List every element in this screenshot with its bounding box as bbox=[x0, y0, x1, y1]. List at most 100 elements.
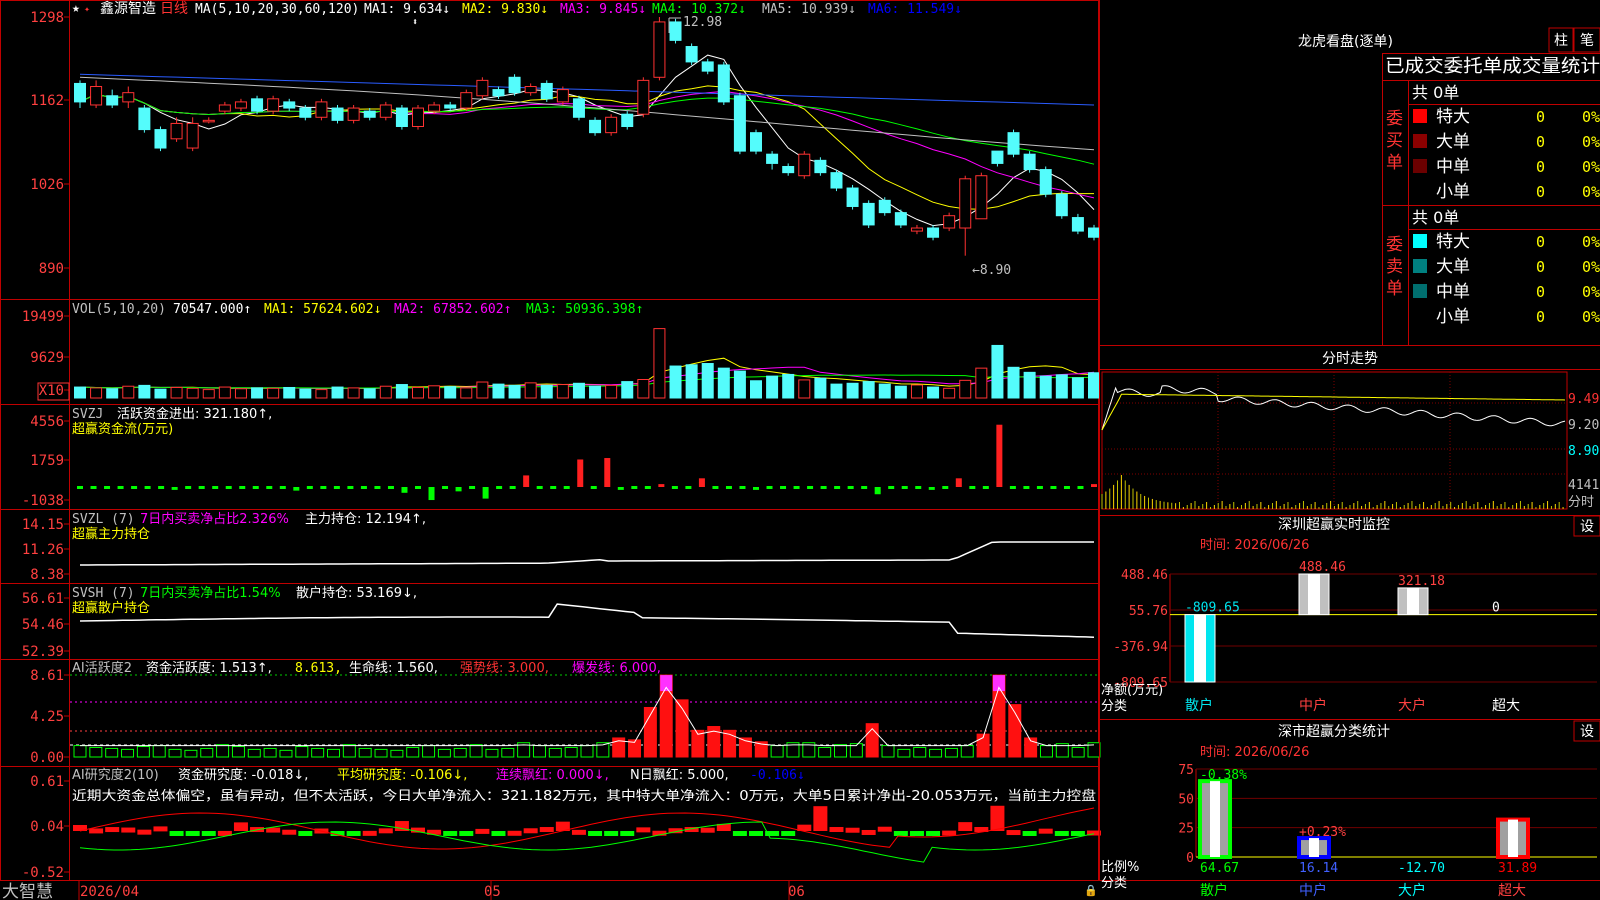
candle-body[interactable] bbox=[878, 199, 891, 214]
candle-body[interactable] bbox=[1071, 217, 1084, 232]
candle-body[interactable] bbox=[106, 95, 119, 106]
research-bar bbox=[1070, 831, 1085, 836]
flow-tick bbox=[306, 486, 313, 489]
candle-body[interactable] bbox=[524, 86, 537, 94]
candle-body[interactable] bbox=[782, 165, 795, 174]
candle-body[interactable] bbox=[170, 122, 183, 140]
candle-body[interactable] bbox=[492, 89, 505, 97]
candle-body[interactable] bbox=[701, 61, 714, 72]
candle-body[interactable] bbox=[750, 132, 762, 152]
candle-body[interactable] bbox=[991, 150, 1004, 164]
candle-body[interactable] bbox=[605, 116, 618, 134]
candle-body[interactable] bbox=[669, 21, 682, 41]
intraday-panel[interactable]: 分时走势 9.49 9.20 8.90 4141 分时 bbox=[1101, 351, 1599, 510]
volume-bar bbox=[299, 388, 312, 399]
candle-body[interactable] bbox=[299, 107, 312, 118]
candle-body[interactable] bbox=[460, 92, 473, 109]
candle-body[interactable] bbox=[943, 215, 956, 229]
svzj-y-tick: -1038 bbox=[22, 493, 64, 509]
candle-body[interactable] bbox=[283, 101, 296, 109]
candle-body[interactable] bbox=[653, 21, 666, 78]
flow-tick bbox=[333, 486, 340, 489]
sz-class-settings-label[interactable]: 设 bbox=[1580, 724, 1594, 740]
flow-tick bbox=[1077, 486, 1084, 489]
candle-body[interactable] bbox=[589, 119, 602, 134]
volume-bar bbox=[1055, 374, 1068, 399]
sz-monitor-panel[interactable]: 深圳超赢实时监控 设 时间: 2026/06/26 488.46 55.76 -37… bbox=[1101, 515, 1600, 714]
order-type: 特大 bbox=[1436, 232, 1470, 252]
activity-bar bbox=[311, 747, 325, 758]
candle-body[interactable] bbox=[428, 104, 441, 112]
candle-body[interactable] bbox=[975, 175, 988, 220]
candle-body[interactable] bbox=[766, 153, 779, 164]
candle-body[interactable] bbox=[556, 89, 569, 103]
stock-name[interactable]: 鑫源智造 bbox=[100, 0, 156, 17]
candle-body[interactable] bbox=[444, 104, 457, 109]
sz-class-panel[interactable]: 深市超赢分类统计 设 时间: 2026/06/26 75 50 25 0 -0.38% 6… bbox=[1101, 720, 1600, 899]
sz-monitor-bar-label: 488.46 bbox=[1299, 560, 1346, 575]
period-label[interactable]: 日线 bbox=[160, 1, 188, 17]
candle-body[interactable] bbox=[347, 107, 360, 121]
candle-body[interactable] bbox=[267, 98, 280, 112]
candle-body[interactable] bbox=[315, 101, 328, 118]
candle-body[interactable] bbox=[540, 82, 553, 100]
candle-body[interactable] bbox=[234, 101, 247, 109]
candle-body[interactable] bbox=[251, 98, 264, 112]
activity-bar bbox=[913, 746, 927, 758]
ai-research-panel[interactable]: AI研究度2(10) 资金研究度: -0.018↓, 平均研究度: -0.106… bbox=[72, 767, 1101, 863]
svzj-panel[interactable]: SVZJ 活跃资金进出: 321.180↑, 超赢资金流(万元) bbox=[72, 406, 1097, 501]
ai-active-value: 资金活跃度: 1.513↑, bbox=[146, 660, 272, 676]
candle-body[interactable] bbox=[959, 178, 972, 229]
sz-monitor-settings-label[interactable]: 设 bbox=[1580, 519, 1594, 535]
candle-body[interactable] bbox=[927, 227, 940, 238]
candle-body[interactable] bbox=[1007, 132, 1020, 155]
candle-body[interactable] bbox=[1039, 169, 1052, 195]
candle-panel[interactable]: ★ ✦ 鑫源智造 日线 MA(5,10,20,30,60,120) MA1: 9… bbox=[72, 0, 1100, 278]
candle-body[interactable] bbox=[862, 202, 875, 226]
candle-body[interactable] bbox=[138, 107, 151, 131]
candle-body[interactable] bbox=[74, 82, 86, 103]
candle-body[interactable] bbox=[395, 107, 408, 128]
candle-body[interactable] bbox=[830, 172, 843, 189]
ai-active-panel[interactable]: AI活跃度2 资金活跃度: 1.513↑, 8.613, 生命线: 1.560,… bbox=[70, 660, 1101, 758]
candle-body[interactable] bbox=[379, 104, 392, 118]
candle-body[interactable] bbox=[186, 122, 199, 149]
candle-body[interactable] bbox=[122, 92, 135, 103]
candle-body[interactable] bbox=[733, 95, 746, 152]
candle-body[interactable] bbox=[476, 79, 489, 97]
candle-body[interactable] bbox=[1023, 153, 1036, 171]
candle-body[interactable] bbox=[202, 119, 215, 123]
candle-body[interactable] bbox=[572, 98, 585, 118]
candle-body[interactable] bbox=[846, 187, 859, 207]
candle-body[interactable] bbox=[637, 79, 650, 115]
bar-mode-label[interactable]: 柱 bbox=[1554, 33, 1568, 49]
candle-body[interactable] bbox=[508, 76, 521, 94]
candle-body[interactable] bbox=[1055, 193, 1068, 217]
candle-body[interactable] bbox=[910, 227, 923, 232]
candle-body[interactable] bbox=[1088, 227, 1100, 238]
candle-body[interactable] bbox=[685, 46, 698, 63]
svsh-panel[interactable]: SVSH (7) 7日内买卖净占比1.54% 散户持仓: 53.169↓, 超赢… bbox=[72, 585, 1095, 638]
candle-body[interactable] bbox=[621, 113, 634, 128]
sz-class-bar-highlight bbox=[1210, 781, 1220, 857]
candle-body[interactable] bbox=[814, 159, 827, 174]
candle-body[interactable] bbox=[331, 107, 344, 121]
candle-body[interactable] bbox=[798, 153, 811, 177]
activity-bar bbox=[1071, 746, 1085, 758]
candle-body[interactable] bbox=[412, 107, 424, 128]
star-icon[interactable]: ★ bbox=[72, 1, 80, 16]
tick-mode-label[interactable]: 笔 bbox=[1580, 33, 1594, 49]
svzl-panel[interactable]: SVZL (7) 7日内买卖净占比2.326% 主力持仓: 12.194↑, 超… bbox=[72, 511, 1094, 566]
volume-panel[interactable]: VOL(5,10,20) 70547.000↑ MA1: 57624.602↓ … bbox=[37, 302, 1100, 401]
lock-icon[interactable]: 🔒 bbox=[1084, 884, 1098, 897]
candle-body[interactable] bbox=[717, 64, 730, 103]
dragon-tiger-panel[interactable]: 龙虎看盘(逐单) 柱 笔 已成交委托单成交量统计 共 0单 共 0单 委买单 委… bbox=[1298, 27, 1600, 327]
flow-tick bbox=[671, 486, 678, 489]
candle-body[interactable] bbox=[218, 104, 231, 112]
sz-monitor-bar-label: -809.65 bbox=[1185, 601, 1240, 616]
candle-body[interactable] bbox=[894, 212, 907, 226]
candle-body[interactable] bbox=[154, 129, 167, 149]
candle-body[interactable] bbox=[90, 86, 103, 106]
candle-body[interactable] bbox=[363, 110, 376, 118]
ai-active-label: AI活跃度2 bbox=[72, 660, 132, 676]
